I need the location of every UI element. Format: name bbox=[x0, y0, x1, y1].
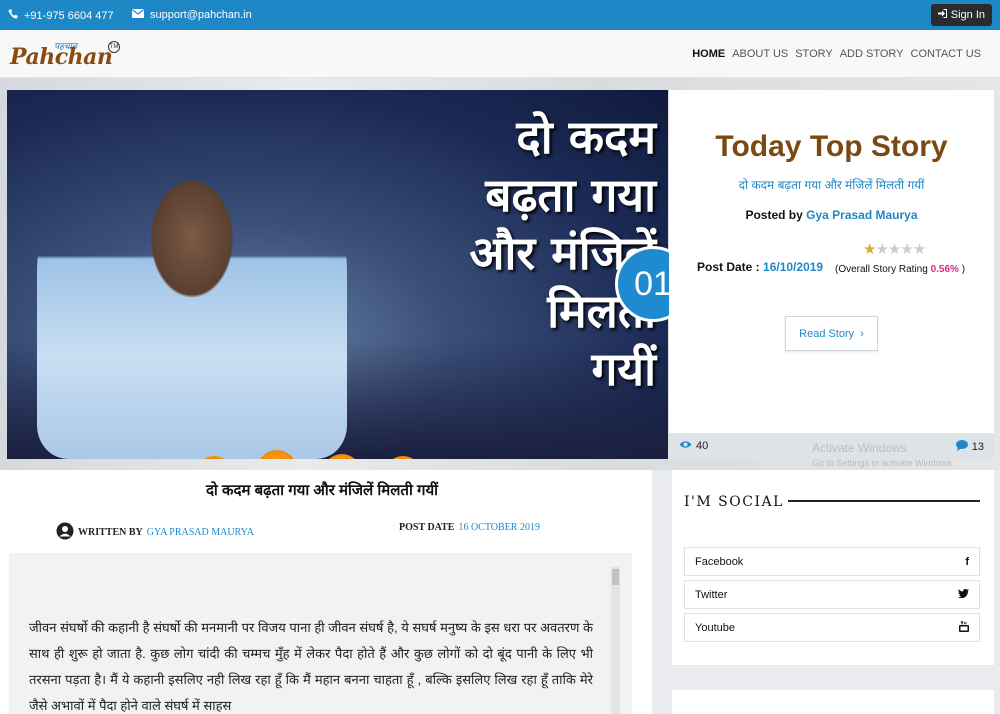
facebook-icon: f bbox=[965, 555, 969, 568]
star-half-icon: ★ bbox=[863, 241, 876, 258]
comment-count[interactable]: 13 bbox=[955, 440, 984, 454]
email-contact[interactable]: support@pahchan.in bbox=[132, 9, 252, 21]
star-empty-icon: ★ bbox=[900, 241, 913, 258]
star-empty-icon: ★ bbox=[875, 241, 888, 258]
star-empty-icon: ★ bbox=[887, 241, 901, 258]
article-section: दो कदम बढ़ता गया और मंजिलें मिलती गयीं W… bbox=[0, 470, 652, 714]
user-circle-icon bbox=[56, 522, 74, 543]
hero-title-line: गयीं bbox=[591, 342, 657, 396]
post-date-value: 16/10/2019 bbox=[763, 260, 824, 274]
nav-about-us[interactable]: ABOUT US bbox=[732, 48, 788, 60]
post-date: Post Date : 16/10/2019 bbox=[697, 260, 823, 274]
sign-in-icon bbox=[937, 9, 947, 21]
watermark-line-1: Activate Windows bbox=[812, 441, 907, 455]
hero-title-line: दो कदम bbox=[516, 110, 656, 164]
social-link-label: Youtube bbox=[695, 621, 735, 634]
top-contact-bar: +91-975 6604 477 support@pahchan.in Sign… bbox=[0, 0, 1000, 30]
social-title-divider bbox=[788, 500, 980, 502]
star-empty-icon: ★ bbox=[912, 241, 926, 258]
hero-story-image[interactable]: दो कदम बढ़ता गया और मंजिलें मिलती गयीं bbox=[7, 90, 668, 459]
marigold-flower bbox=[385, 456, 421, 459]
nav-contact-us[interactable]: CONTACT US bbox=[911, 48, 982, 60]
article-post-date-label: POST DATE bbox=[399, 522, 455, 533]
nav-story[interactable]: STORY bbox=[795, 48, 833, 60]
comment-icon bbox=[955, 440, 968, 454]
scrollbar-thumb[interactable] bbox=[612, 569, 619, 585]
posted-by-author[interactable]: Gya Prasad Maurya bbox=[806, 208, 917, 222]
article-post-date: POST DATE 16 OCTOBER 2019 bbox=[399, 522, 540, 533]
view-count: 40 bbox=[679, 440, 708, 452]
hero-image-title: दो कदम बढ़ता गया और मंजिलें मिलती गयीं bbox=[469, 108, 656, 398]
overall-rating: (Overall Story Rating 0.56% ) bbox=[835, 264, 965, 275]
article-title: दो कदम बढ़ता गया और मंजिलें मिलती गयीं bbox=[205, 482, 439, 499]
top-story-card: Today Top Story दो कदम बढ़ता गया और मंजि… bbox=[669, 90, 994, 433]
posted-by: Posted by Gya Prasad Maurya bbox=[669, 208, 994, 222]
social-link-twitter[interactable]: Twitter bbox=[684, 580, 980, 609]
pahchan-logo[interactable]: Pahchan पहचान TM bbox=[10, 38, 122, 72]
article-body-text: जीवन संघर्षो की कहानी है संघर्षो की मनमा… bbox=[29, 620, 593, 713]
article-scrollbar[interactable] bbox=[611, 567, 620, 714]
social-link-facebook[interactable]: Facebook f bbox=[684, 547, 980, 576]
phone-number: +91-975 6604 477 bbox=[24, 9, 114, 22]
trademark-badge: TM bbox=[108, 41, 120, 53]
written-by-label: WRITTEN BY bbox=[78, 527, 143, 538]
posted-by-label: Posted by bbox=[745, 208, 803, 222]
marigold-flower bbox=[257, 450, 297, 459]
twitter-icon bbox=[957, 588, 969, 601]
watermark-line-2: Go to Settings to activate Windows. bbox=[812, 458, 955, 468]
top-story-subtitle[interactable]: दो कदम बढ़ता गया और मंजिलें मिलती गयीं bbox=[669, 176, 994, 193]
nav-menu: HOME ABOUT US STORY ADD STORY CONTACT US bbox=[692, 48, 981, 60]
rating-label-close: ) bbox=[961, 264, 966, 275]
social-link-youtube[interactable]: Youtube bbox=[684, 613, 980, 642]
phone-contact[interactable]: +91-975 6604 477 bbox=[8, 9, 114, 22]
comment-count-value: 13 bbox=[971, 441, 984, 453]
email-address: support@pahchan.in bbox=[150, 9, 252, 21]
sign-in-label: Sign In bbox=[950, 9, 985, 21]
nav-add-story[interactable]: ADD STORY bbox=[840, 48, 904, 60]
article-body-container[interactable]: जीवन संघर्षो की कहानी है संघर्षो की मनमा… bbox=[9, 553, 632, 714]
read-story-label: Read Story bbox=[799, 327, 855, 340]
envelope-icon bbox=[132, 9, 144, 21]
social-sidebar: I'M SOCIAL Facebook f Twitter Youtube bbox=[672, 470, 994, 665]
windows-activation-watermark: Activate Windows Go to Settings to activ… bbox=[812, 441, 954, 468]
chevron-right-icon: › bbox=[860, 327, 864, 340]
rating-stars: ★★★★★ bbox=[863, 240, 926, 258]
logo-hindi-text: पहचान bbox=[54, 41, 77, 51]
rating-value: 0.56% bbox=[930, 264, 959, 275]
written-by: WRITTEN BY GYA PRASAD MAURYA bbox=[56, 522, 254, 543]
youtube-icon bbox=[959, 620, 969, 635]
view-count-value: 40 bbox=[696, 440, 709, 452]
marigold-flower bbox=[195, 456, 233, 459]
hero-flower-garland bbox=[167, 450, 487, 459]
article-post-date-value: 16 OCTOBER 2019 bbox=[458, 522, 540, 533]
main-navbar: Pahchan पहचान TM HOME ABOUT US STORY ADD… bbox=[0, 30, 1000, 78]
sidebar-next-widget bbox=[672, 690, 994, 714]
social-link-label: Facebook bbox=[695, 555, 744, 568]
nav-home[interactable]: HOME bbox=[692, 48, 725, 60]
phone-icon bbox=[8, 9, 18, 22]
read-story-button[interactable]: Read Story › bbox=[785, 316, 878, 351]
top-story-heading: Today Top Story bbox=[715, 130, 948, 163]
marigold-flower bbox=[323, 454, 361, 459]
eye-icon bbox=[679, 440, 692, 452]
social-link-label: Twitter bbox=[695, 588, 728, 601]
rating-label: (Overall Story Rating bbox=[835, 264, 928, 275]
hero-title-line: बढ़ता गया bbox=[485, 168, 656, 222]
hero-speaker-figure bbox=[37, 120, 347, 459]
social-title: I'M SOCIAL bbox=[684, 494, 784, 510]
written-by-author[interactable]: GYA PRASAD MAURYA bbox=[147, 527, 254, 538]
post-date-label: Post Date : bbox=[697, 260, 760, 274]
sign-in-button[interactable]: Sign In bbox=[930, 4, 992, 26]
